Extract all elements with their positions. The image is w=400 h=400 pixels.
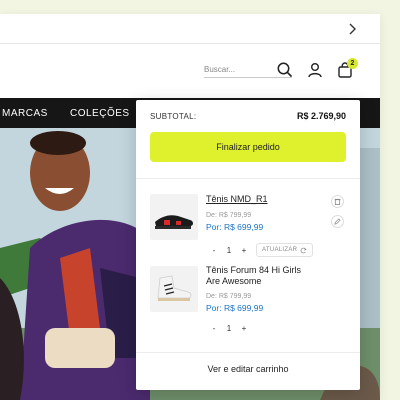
- checkout-button[interactable]: Finalizar pedido: [150, 132, 346, 162]
- product-old-price: De: R$ 799,99: [206, 293, 252, 300]
- product-price: Por: R$ 699,99: [206, 222, 264, 232]
- qty-value[interactable]: 1: [220, 324, 238, 333]
- subtotal-label: SUBTOTAL:: [150, 112, 197, 121]
- qty-plus-button[interactable]: +: [238, 324, 250, 333]
- product-name[interactable]: Tênis Forum 84 Hi Girls Are Awesome: [206, 265, 316, 287]
- qty-value[interactable]: 1: [220, 246, 238, 255]
- divider: [136, 352, 360, 353]
- nav-item-colecoes[interactable]: COLEÇÕES: [70, 108, 130, 119]
- search-icon[interactable]: [276, 61, 294, 79]
- mini-cart: SUBTOTAL: R$ 2.769,90 Finalizar pedido T…: [136, 100, 360, 390]
- trash-icon: [334, 198, 341, 205]
- browser-window: 2 MARCAS COLEÇÕES SUBTOTAL: R$: [0, 14, 380, 400]
- update-quantity-button[interactable]: ATUALIZAR: [256, 243, 314, 257]
- subtotal-value: R$ 2.769,90: [296, 111, 346, 121]
- product-price: Por: R$ 699,99: [206, 303, 264, 313]
- quantity-stepper: - 1 +: [208, 243, 250, 257]
- product-old-price: De: R$ 799,99: [206, 212, 252, 219]
- chevron-right-icon[interactable]: [346, 23, 358, 35]
- remove-item-button[interactable]: [331, 195, 344, 208]
- qty-minus-button[interactable]: -: [208, 324, 220, 333]
- product-name-link[interactable]: Tênis NMD_R1: [206, 194, 316, 205]
- cart-count-badge: 2: [347, 58, 358, 69]
- update-label: ATUALIZAR: [262, 247, 298, 253]
- quantity-stepper: - 1 +: [208, 321, 250, 335]
- pencil-icon: [334, 218, 341, 225]
- nav-item-marcas[interactable]: MARCAS: [2, 108, 48, 119]
- qty-plus-button[interactable]: +: [238, 246, 250, 255]
- divider: [136, 178, 360, 179]
- product-image-nmd[interactable]: [150, 194, 198, 240]
- qty-minus-button[interactable]: -: [208, 246, 220, 255]
- top-bar: [0, 14, 380, 44]
- edit-item-button[interactable]: [331, 215, 344, 228]
- edit-cart-link[interactable]: Ver e editar carrinho: [136, 364, 360, 374]
- user-icon[interactable]: [306, 61, 324, 79]
- refresh-icon: [300, 247, 307, 253]
- product-image-forum[interactable]: [150, 266, 198, 312]
